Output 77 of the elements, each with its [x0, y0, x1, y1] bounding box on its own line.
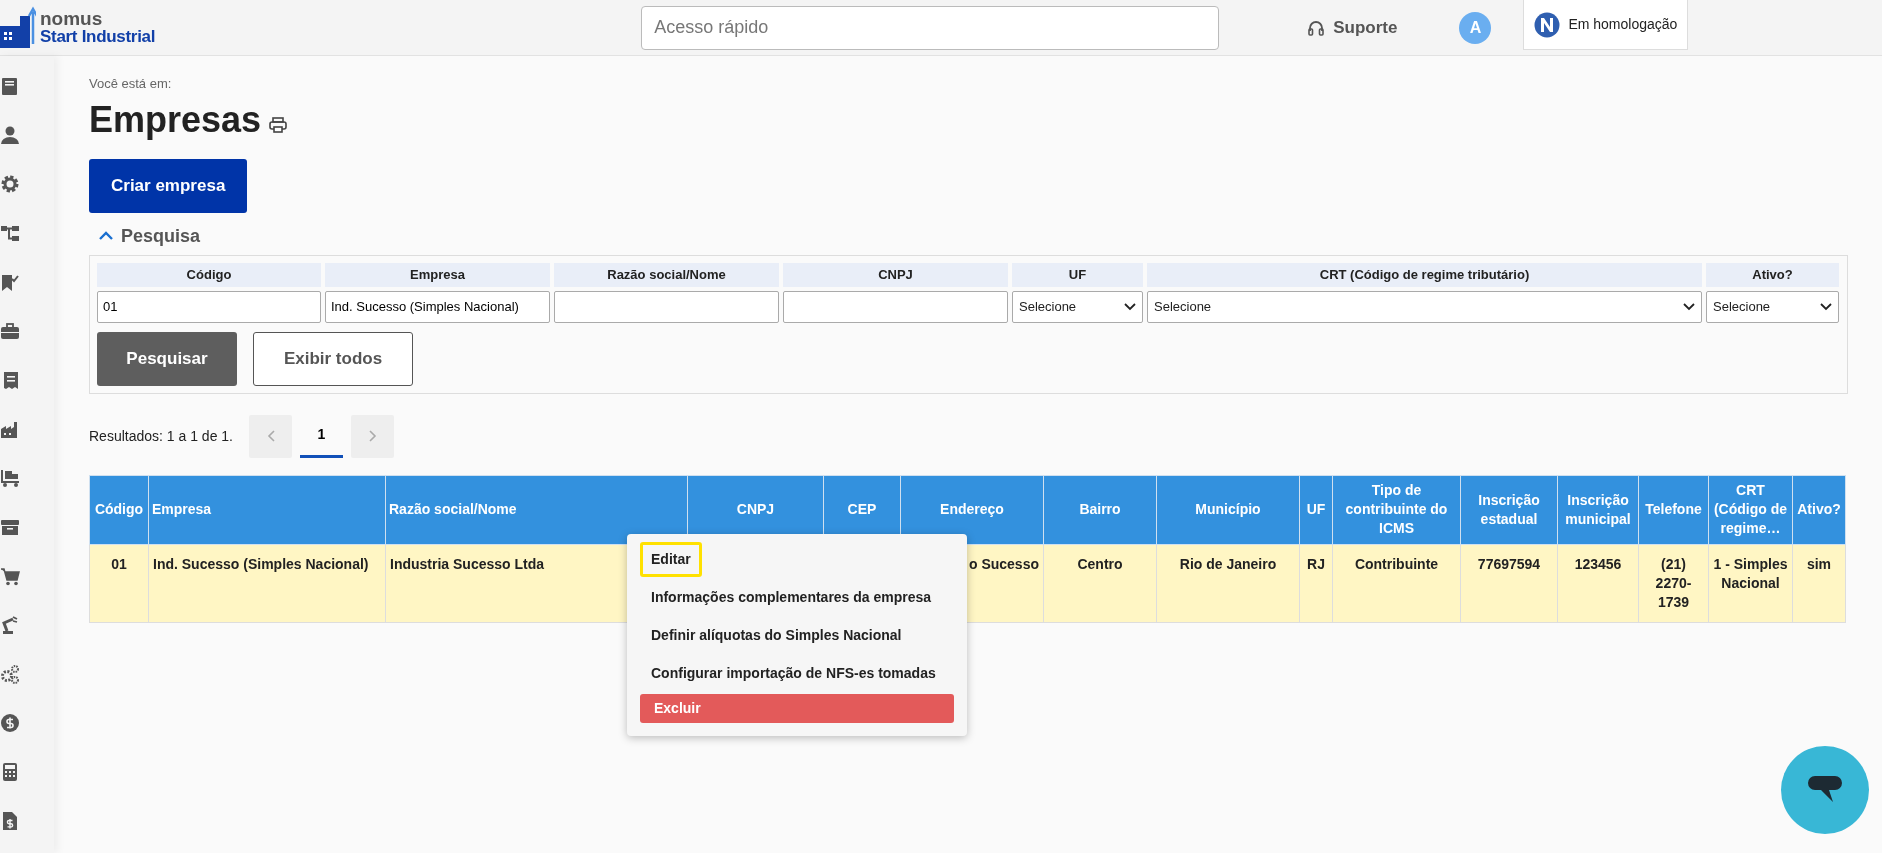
- table-cell: (21) 2270-1739: [1638, 544, 1709, 623]
- table-cell: sim: [1792, 544, 1846, 623]
- table-cell: Rio de Janeiro: [1156, 544, 1300, 623]
- search-field[interactable]: [783, 290, 1008, 323]
- search-field[interactable]: [554, 290, 779, 323]
- column-header: Município: [1156, 475, 1300, 545]
- breadcrumb-label: Você está em:: [89, 75, 173, 93]
- column-header: UF: [1299, 475, 1333, 545]
- table-cell: RJ: [1299, 544, 1333, 623]
- field-label: Empresa: [325, 262, 550, 287]
- column-header: Empresa: [148, 475, 386, 545]
- menu-item[interactable]: Editar: [640, 542, 702, 577]
- chevron-right-icon: [368, 430, 377, 443]
- caret-icon: [1683, 302, 1695, 311]
- briefcase-icon[interactable]: [0, 321, 20, 341]
- menu-item[interactable]: Configurar importação de NFS-es tomadas: [640, 656, 954, 691]
- column-header: Inscrição municipal: [1557, 475, 1639, 545]
- logo-text: Start Industrial: [40, 27, 156, 46]
- table-cell: 123456: [1557, 544, 1639, 623]
- select-field[interactable]: Selecione: [1706, 290, 1839, 323]
- factory-icon[interactable]: [0, 419, 20, 439]
- robot-arm-icon[interactable]: [0, 615, 20, 635]
- search-field[interactable]: Ind. Sucesso (Simples Nacional): [325, 290, 550, 323]
- hand-truck-boxes-icon[interactable]: [0, 468, 20, 488]
- search-field[interactable]: 01: [97, 290, 321, 323]
- headset-icon: [1307, 18, 1326, 37]
- page-title: Empresas: [89, 97, 262, 141]
- column-header: Razão social/Nome: [385, 475, 688, 545]
- menu-item[interactable]: Excluir: [640, 694, 954, 723]
- column-header: Código: [89, 475, 149, 545]
- field-label: Código: [97, 262, 321, 287]
- table-cell: Centro: [1043, 544, 1157, 623]
- field-label: CNPJ: [783, 262, 1008, 287]
- search-button[interactable]: Pesquisar: [97, 331, 237, 386]
- quick-access-field[interactable]: Acesso rápido: [641, 5, 1220, 50]
- page-number-button[interactable]: 1: [300, 414, 343, 458]
- archive-icon[interactable]: [0, 517, 20, 537]
- column-header: Telefone: [1638, 475, 1709, 545]
- column-header: Inscrição estadual: [1460, 475, 1558, 545]
- column-header: Ativo?: [1792, 475, 1846, 545]
- print-icon[interactable]: [269, 116, 288, 133]
- n-logo-icon: [1534, 11, 1561, 38]
- caret-icon: [1820, 302, 1832, 311]
- field-label: Ativo?: [1706, 262, 1839, 287]
- field-label: UF: [1012, 262, 1143, 287]
- cart-icon[interactable]: [0, 566, 20, 586]
- calculator-icon[interactable]: [0, 762, 20, 782]
- select-field[interactable]: Selecione: [1012, 290, 1143, 323]
- caret-icon: [1124, 302, 1136, 311]
- table-cell: Ind. Sucesso (Simples Nacional): [148, 544, 386, 623]
- select-field[interactable]: Selecione: [1147, 290, 1702, 323]
- field-label: CRT (Código de regime tributário): [1147, 262, 1702, 287]
- gear-icon[interactable]: [0, 174, 20, 194]
- table-cell: 1 - Simples Nacional: [1708, 544, 1793, 623]
- support-link[interactable]: Suporte: [1307, 14, 1398, 41]
- create-company-button[interactable]: Criar empresa: [89, 158, 248, 213]
- show-all-button[interactable]: Exibir todos: [253, 331, 413, 386]
- bookmark-check-icon[interactable]: [0, 272, 20, 292]
- field-label: Razão social/Nome: [554, 262, 779, 287]
- logo-text: nomus: [40, 9, 104, 28]
- results-summary: Resultados: 1 a 1 de 1.: [89, 426, 233, 446]
- column-header: Endereço: [900, 475, 1044, 545]
- person-icon[interactable]: [0, 125, 20, 145]
- search-section-toggle[interactable]: Pesquisa: [99, 222, 1848, 250]
- environment-badge: Em homologação: [1523, 0, 1689, 50]
- chevron-left-icon: [266, 430, 275, 443]
- coin-icon[interactable]: [0, 713, 20, 733]
- table-cell: 77697594: [1460, 544, 1558, 623]
- table-cell: 01: [89, 544, 149, 623]
- hierarchy-icon[interactable]: [0, 223, 20, 243]
- invoice-icon[interactable]: [0, 811, 20, 831]
- column-header: Bairro: [1043, 475, 1157, 545]
- column-header: Tipo de contribuinte do ICMS: [1332, 475, 1461, 545]
- book-icon[interactable]: [0, 76, 20, 96]
- table-cell: Contribuinte: [1332, 544, 1461, 623]
- column-header: CRT (Código de regime…: [1708, 475, 1793, 545]
- gears-icon[interactable]: [0, 664, 20, 684]
